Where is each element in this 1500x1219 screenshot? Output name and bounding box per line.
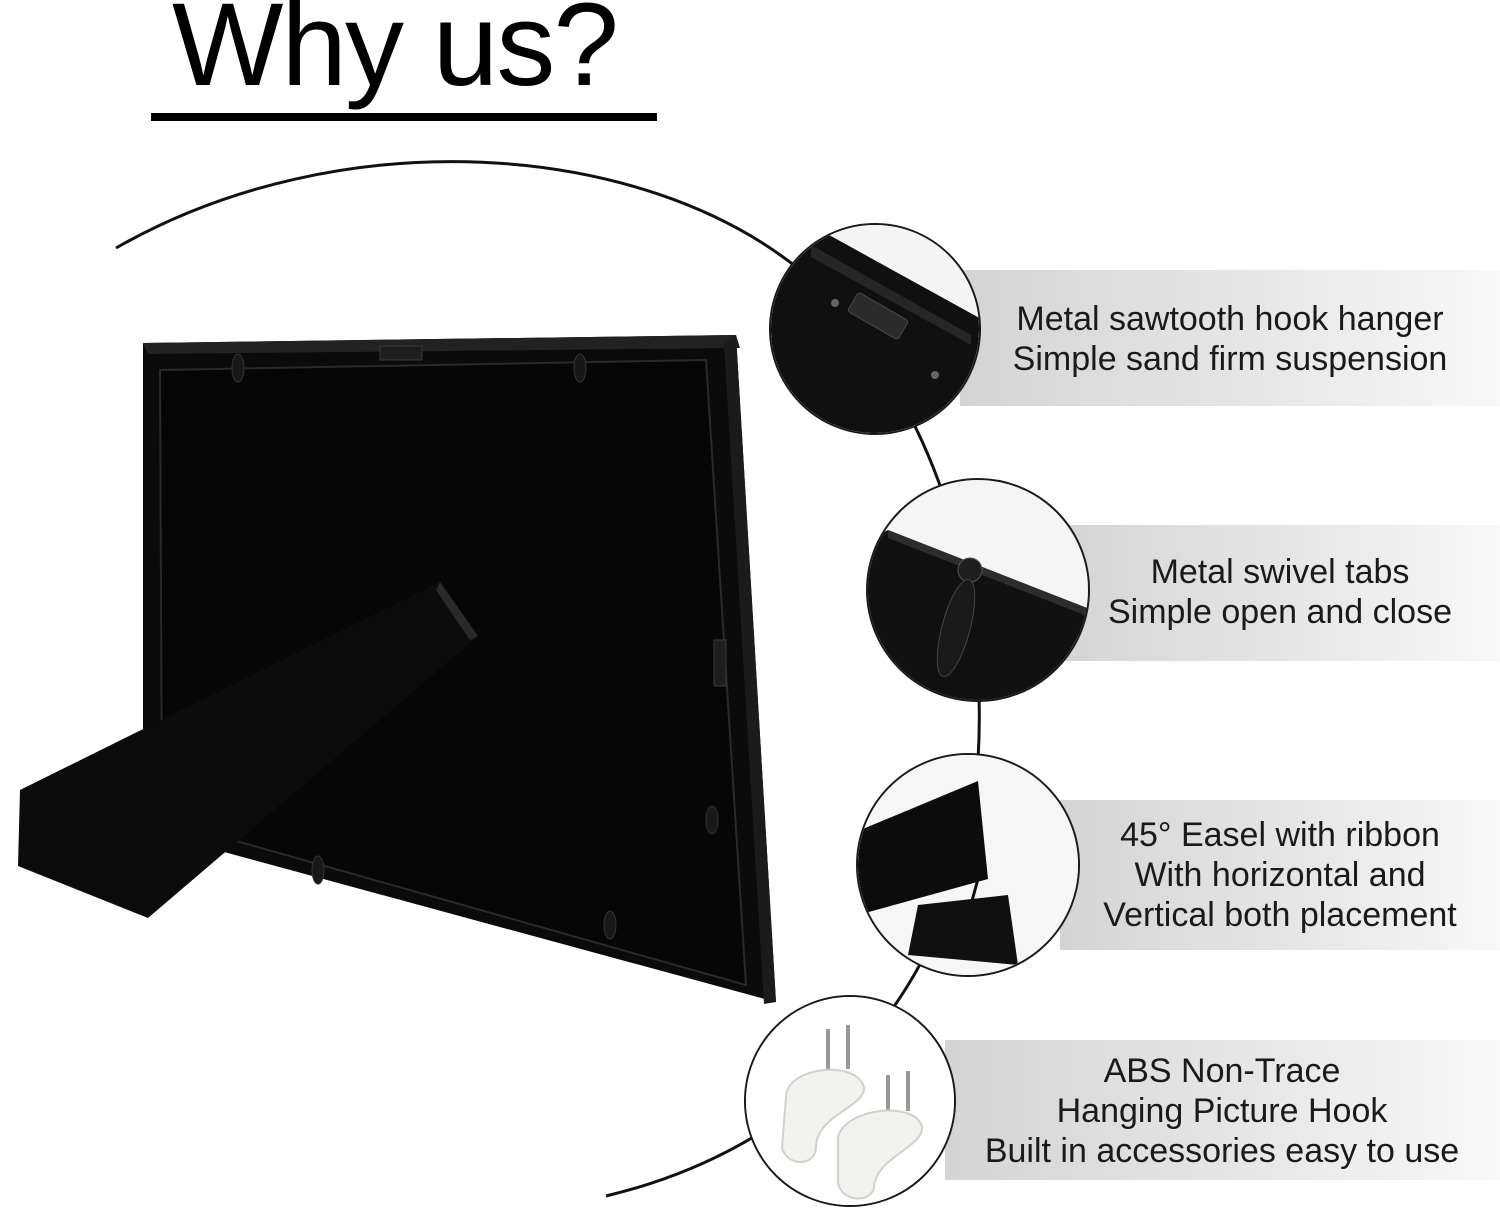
- frame-back: [143, 335, 776, 1004]
- sawtooth-hanger-icon: [769, 223, 981, 435]
- feature-1-line-1: Metal sawtooth hook hanger: [1016, 300, 1444, 338]
- swivel-tab-icon: [866, 478, 1090, 702]
- feature-3-line-3: Vertical both placement: [1103, 896, 1457, 934]
- feature-3-line-2: With horizontal and: [1134, 856, 1426, 894]
- feature-2-line-2: Simple open and close: [1107, 593, 1452, 631]
- wall-hooks-icon: [744, 995, 956, 1207]
- feature-4-line-1: ABS Non-Trace: [1103, 1052, 1341, 1090]
- feature-text-2: Metal swivel tabs Simple open and close: [1082, 552, 1478, 632]
- feature-2-line-1: Metal swivel tabs: [1150, 553, 1410, 591]
- feature-4-line-2: Hanging Picture Hook: [1056, 1092, 1388, 1130]
- feature-3-line-1: 45° Easel with ribbon: [1120, 816, 1440, 854]
- feature-1-line-2: Simple sand firm suspension: [1012, 340, 1448, 378]
- feature-4-line-3: Built in accessories easy to use: [984, 1132, 1460, 1170]
- feature-text-1: Metal sawtooth hook hanger Simple sand f…: [990, 299, 1470, 379]
- easel-stand-icon: [856, 753, 1080, 977]
- feature-text-3: 45° Easel with ribbon With horizontal an…: [1082, 815, 1478, 935]
- feature-text-4: ABS Non-Trace Hanging Picture Hook Built…: [968, 1051, 1476, 1171]
